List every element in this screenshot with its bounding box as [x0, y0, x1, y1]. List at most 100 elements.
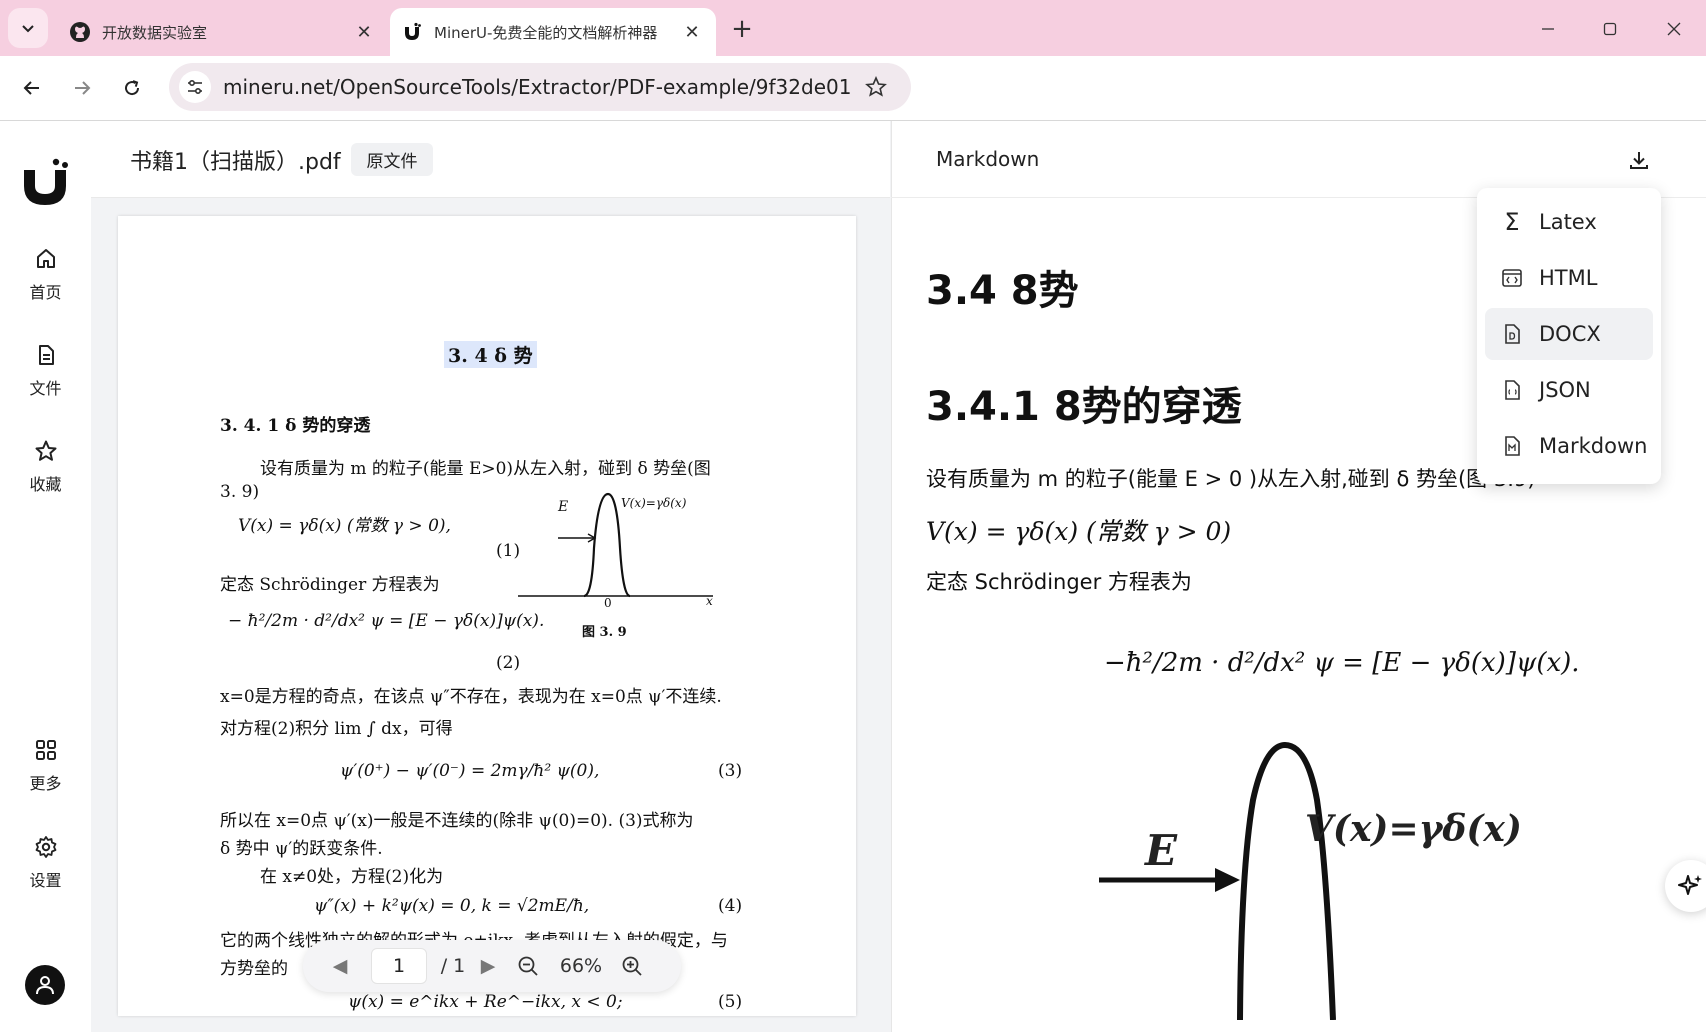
- sidebar-item-label: 首页: [29, 283, 62, 302]
- export-latex-item[interactable]: Σ Latex: [1485, 196, 1653, 248]
- pdf-equation-number: (2): [496, 653, 521, 673]
- export-docx-item[interactable]: DOCX: [1485, 308, 1653, 360]
- pdf-equation: ψ″(x) + k²ψ(x) = 0, k = √2mE/ħ,: [314, 896, 590, 916]
- close-window-button[interactable]: [1654, 14, 1694, 44]
- pdf-figure-E-label: E: [558, 499, 569, 515]
- minimize-button[interactable]: [1528, 14, 1568, 44]
- close-icon[interactable]: ✕: [352, 20, 376, 44]
- site-info-icon[interactable]: [179, 71, 211, 103]
- github-icon: [68, 20, 92, 44]
- chevron-down-icon: [22, 25, 34, 33]
- arrow-right-icon: [75, 81, 91, 95]
- browser-tab-github[interactable]: 开放数据实验室 ✕: [58, 8, 388, 56]
- docx-icon: [1499, 321, 1525, 347]
- forward-button[interactable]: [64, 70, 100, 106]
- pdf-figure-origin: 0: [604, 596, 612, 610]
- export-json-item[interactable]: JSON: [1485, 364, 1653, 416]
- tab-title: MinerU-免费全能的文档解析神器: [434, 23, 658, 42]
- sidebar-item-favorites[interactable]: 收藏: [0, 437, 91, 495]
- sigma-icon: Σ: [1504, 208, 1520, 236]
- page-number-input[interactable]: [371, 948, 427, 984]
- mineru-logo-icon: [24, 158, 68, 205]
- home-icon: [32, 245, 60, 273]
- address-bar[interactable]: mineru.net/OpenSourceTools/Extractor/PDF…: [169, 63, 911, 111]
- browser-tab-mineru[interactable]: MinerU-免费全能的文档解析神器 ✕: [390, 8, 716, 56]
- star-icon: [32, 437, 60, 465]
- sidebar-item-more[interactable]: 更多: [0, 736, 91, 794]
- close-icon[interactable]: ✕: [680, 20, 704, 44]
- markdown-equation-inline: V(x) = γδ(x) (常数 γ > 0): [926, 517, 1232, 546]
- sidebar-item-label: 设置: [29, 871, 62, 890]
- pdf-figure-x-label: x: [706, 594, 713, 608]
- pdf-text-line: 3. 9): [220, 482, 260, 502]
- pdf-text-line: δ 势中 ψ′的跃变条件.: [220, 839, 383, 859]
- mineru-icon: [400, 20, 424, 44]
- markdown-equation-block: −ħ²/2m · d²/dx² ψ = [E − γδ(x)]ψ(x).: [1104, 648, 1580, 678]
- export-item-label: HTML: [1539, 266, 1598, 290]
- url-text[interactable]: mineru.net/OpenSourceTools/Extractor/PDF…: [223, 75, 851, 99]
- new-tab-button[interactable]: +: [727, 14, 757, 44]
- pdf-page: 3. 4 δ 势 3. 4. 1 δ 势的穿透 设有质量为 m 的粒子(能量 E…: [118, 216, 856, 1016]
- markdown-icon: [1499, 433, 1525, 459]
- reload-icon: [125, 80, 140, 96]
- pdf-equation: ψ(x) = e^ikx + Re^−ikx, x < 0;: [348, 992, 623, 1012]
- download-icon: [1630, 152, 1648, 169]
- gear-icon: [32, 833, 60, 861]
- markdown-paragraph: 定态 Schrödinger 方程表为: [926, 570, 1192, 594]
- export-item-label: DOCX: [1539, 322, 1601, 346]
- pdf-figure-V-label: V(x)=γδ(x): [621, 496, 687, 510]
- zoom-in-icon: [622, 956, 642, 976]
- maximize-icon: [1603, 22, 1617, 36]
- export-item-label: Latex: [1539, 210, 1597, 234]
- pdf-text-line: 在 x≠0处，方程(2)化为: [260, 867, 444, 887]
- pdf-figure-caption: 图 3. 9: [582, 625, 627, 640]
- export-markdown-item[interactable]: Markdown: [1485, 420, 1653, 472]
- sidebar-item-files[interactable]: 文件: [0, 341, 91, 399]
- markdown-figure-E-label: E: [1145, 826, 1178, 875]
- export-item-label: JSON: [1539, 378, 1591, 402]
- zoom-out-button[interactable]: [513, 940, 543, 992]
- bookmark-star-icon[interactable]: [861, 72, 891, 102]
- pdf-text-line: 定态 Schrödinger 方程表为: [220, 575, 440, 595]
- sparkle-icon: [1678, 875, 1702, 895]
- file-icon: [32, 341, 60, 369]
- prev-page-button[interactable]: ◀: [325, 940, 355, 992]
- html-icon: [1499, 265, 1525, 291]
- markdown-figure-delta-potential: [1099, 741, 1336, 1020]
- sidebar-item-label: 更多: [29, 774, 62, 793]
- next-page-button[interactable]: ▶: [473, 940, 503, 992]
- back-button[interactable]: [14, 70, 50, 106]
- zoom-in-button[interactable]: [617, 940, 647, 992]
- export-html-item[interactable]: HTML: [1485, 252, 1653, 304]
- minimize-icon: [1542, 28, 1554, 30]
- grid-icon: [32, 736, 60, 764]
- json-icon: [1499, 377, 1525, 403]
- user-avatar[interactable]: [25, 965, 65, 1005]
- pdf-text-line: 设有质量为 m 的粒子(能量 E>0)从左入射，碰到 δ 势垒(图: [260, 459, 711, 479]
- export-item-label: Markdown: [1539, 434, 1648, 458]
- arrow-left-icon: [23, 81, 39, 95]
- maximize-button[interactable]: [1590, 14, 1630, 44]
- pdf-equation-number: (1): [496, 541, 521, 561]
- pdf-equation-number: (5): [718, 992, 743, 1012]
- file-name: 书籍1（扫描版）.pdf: [130, 150, 341, 175]
- pdf-equation-number: (3): [718, 761, 743, 781]
- total-pages: / 1: [440, 955, 466, 977]
- markdown-figure-V-label: V(x)=γδ(x): [1305, 808, 1522, 850]
- pdf-subsection-title: 3. 4. 1 δ 势的穿透: [220, 416, 371, 436]
- pdf-figure-delta-potential: [518, 492, 713, 598]
- export-dropdown: Σ Latex HTML DOCX JSON Markdown: [1477, 188, 1661, 484]
- markdown-tab[interactable]: Markdown: [936, 147, 1039, 171]
- tab-search-button[interactable]: [8, 8, 48, 48]
- sidebar-item-home[interactable]: 首页: [0, 245, 91, 303]
- sidebar-item-settings[interactable]: 设置: [0, 833, 91, 891]
- pdf-equation: ψ′(0⁺) − ψ′(0⁻) = 2mγ/ħ² ψ(0),: [340, 761, 600, 781]
- user-icon: [36, 976, 54, 995]
- mineru-logo[interactable]: [20, 158, 70, 208]
- pdf-page-controls: ◀ / 1 ▶ 66%: [303, 940, 681, 992]
- pdf-equation: − ħ²/2m · d²/dx² ψ = [E − γδ(x)]ψ(x).: [228, 611, 545, 631]
- original-file-button[interactable]: 原文件: [351, 143, 433, 176]
- reload-button[interactable]: [114, 70, 150, 106]
- download-button[interactable]: [1623, 144, 1655, 176]
- markdown-paragraph: 设有质量为 m 的粒子(能量 E > 0 )从左入射,碰到 δ 势垒(图 3.9…: [926, 467, 1536, 491]
